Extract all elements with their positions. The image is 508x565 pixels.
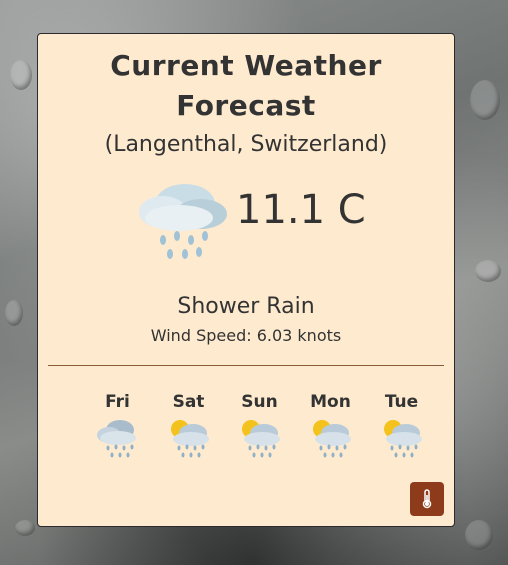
raindrop <box>10 60 32 90</box>
sun-cloud-rain-icon <box>241 420 280 458</box>
sun-cloud-rain-icon <box>383 420 422 458</box>
forecast-day: Fri <box>82 392 153 460</box>
raindrop <box>5 300 23 326</box>
forecast-day: Mon <box>295 392 366 460</box>
forecast-day-name: Sat <box>172 392 205 412</box>
location-label: (Langenthal, Switzerland) <box>104 132 388 157</box>
weather-card: Current Weather Forecast (Langenthal, Sw… <box>37 33 455 527</box>
raindrop <box>470 80 500 120</box>
raindrop <box>15 520 35 536</box>
forecast-day-name: Tue <box>384 392 419 412</box>
sun-cloud-rain-icon <box>312 420 351 458</box>
temperature-unit-button[interactable] <box>410 482 444 516</box>
forecast-day-name: Sun <box>241 392 278 412</box>
page-title: Current Weather Forecast <box>110 49 382 122</box>
forecast-day: Tue <box>366 392 437 460</box>
forecast-day-name: Mon <box>310 392 351 412</box>
raindrop <box>465 520 493 550</box>
cloud-rain-icon <box>139 184 227 259</box>
condition-text: Shower Rain <box>177 294 315 319</box>
divider <box>48 365 444 366</box>
thermometer-icon <box>422 489 432 509</box>
sun-cloud-rain-icon <box>170 420 209 458</box>
current-conditions: 11.1 C <box>38 172 454 268</box>
forecast-list: Fri Sat Sun Mon Tue <box>82 392 437 460</box>
wind-speed: Wind Speed: 6.03 knots <box>150 326 342 345</box>
forecast-day: Sat <box>153 392 224 460</box>
cloud-rain-icon <box>96 420 136 458</box>
forecast-day-name: Fri <box>105 392 130 412</box>
forecast-day: Sun <box>224 392 295 460</box>
raindrop <box>475 260 501 282</box>
current-temperature: 11.1 C <box>236 187 366 233</box>
